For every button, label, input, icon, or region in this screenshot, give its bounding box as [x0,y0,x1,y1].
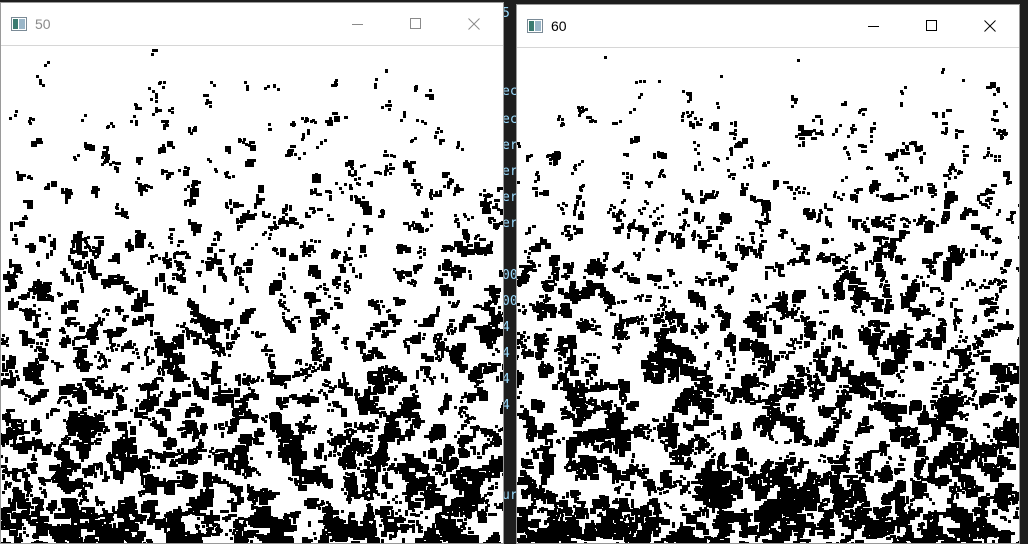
minimize-button[interactable] [329,3,387,45]
image-window-60[interactable]: 60 [516,4,1020,544]
close-icon [984,20,996,32]
minimize-icon [868,26,879,27]
threshold-speckle [517,56,1019,543]
window-title: 60 [551,18,567,34]
threshold-image-canvas [517,56,1019,543]
threshold-image [517,48,1019,543]
window-title: 50 [35,16,51,32]
threshold-image [1,46,503,543]
window-titlebar[interactable]: 50 [1,3,503,46]
close-icon [468,18,480,30]
opencv-window-icon [11,17,27,31]
window-controls [845,5,1019,47]
maximize-icon [926,20,937,31]
opencv-window-icon [527,19,543,33]
window-controls [329,3,503,45]
desktop: 5 ec ec er er er er 00 00 4 4 4 4 ur 50 [0,0,1028,544]
minimize-button[interactable] [845,5,903,47]
image-window-50[interactable]: 50 [0,2,504,544]
minimize-icon [352,24,363,25]
maximize-icon [410,18,421,29]
maximize-button[interactable] [387,3,445,45]
close-button[interactable] [961,5,1019,47]
threshold-speckle [1,49,503,543]
maximize-button[interactable] [903,5,961,47]
threshold-image-canvas [1,49,503,543]
window-titlebar[interactable]: 60 [517,5,1019,48]
close-button[interactable] [445,3,503,45]
